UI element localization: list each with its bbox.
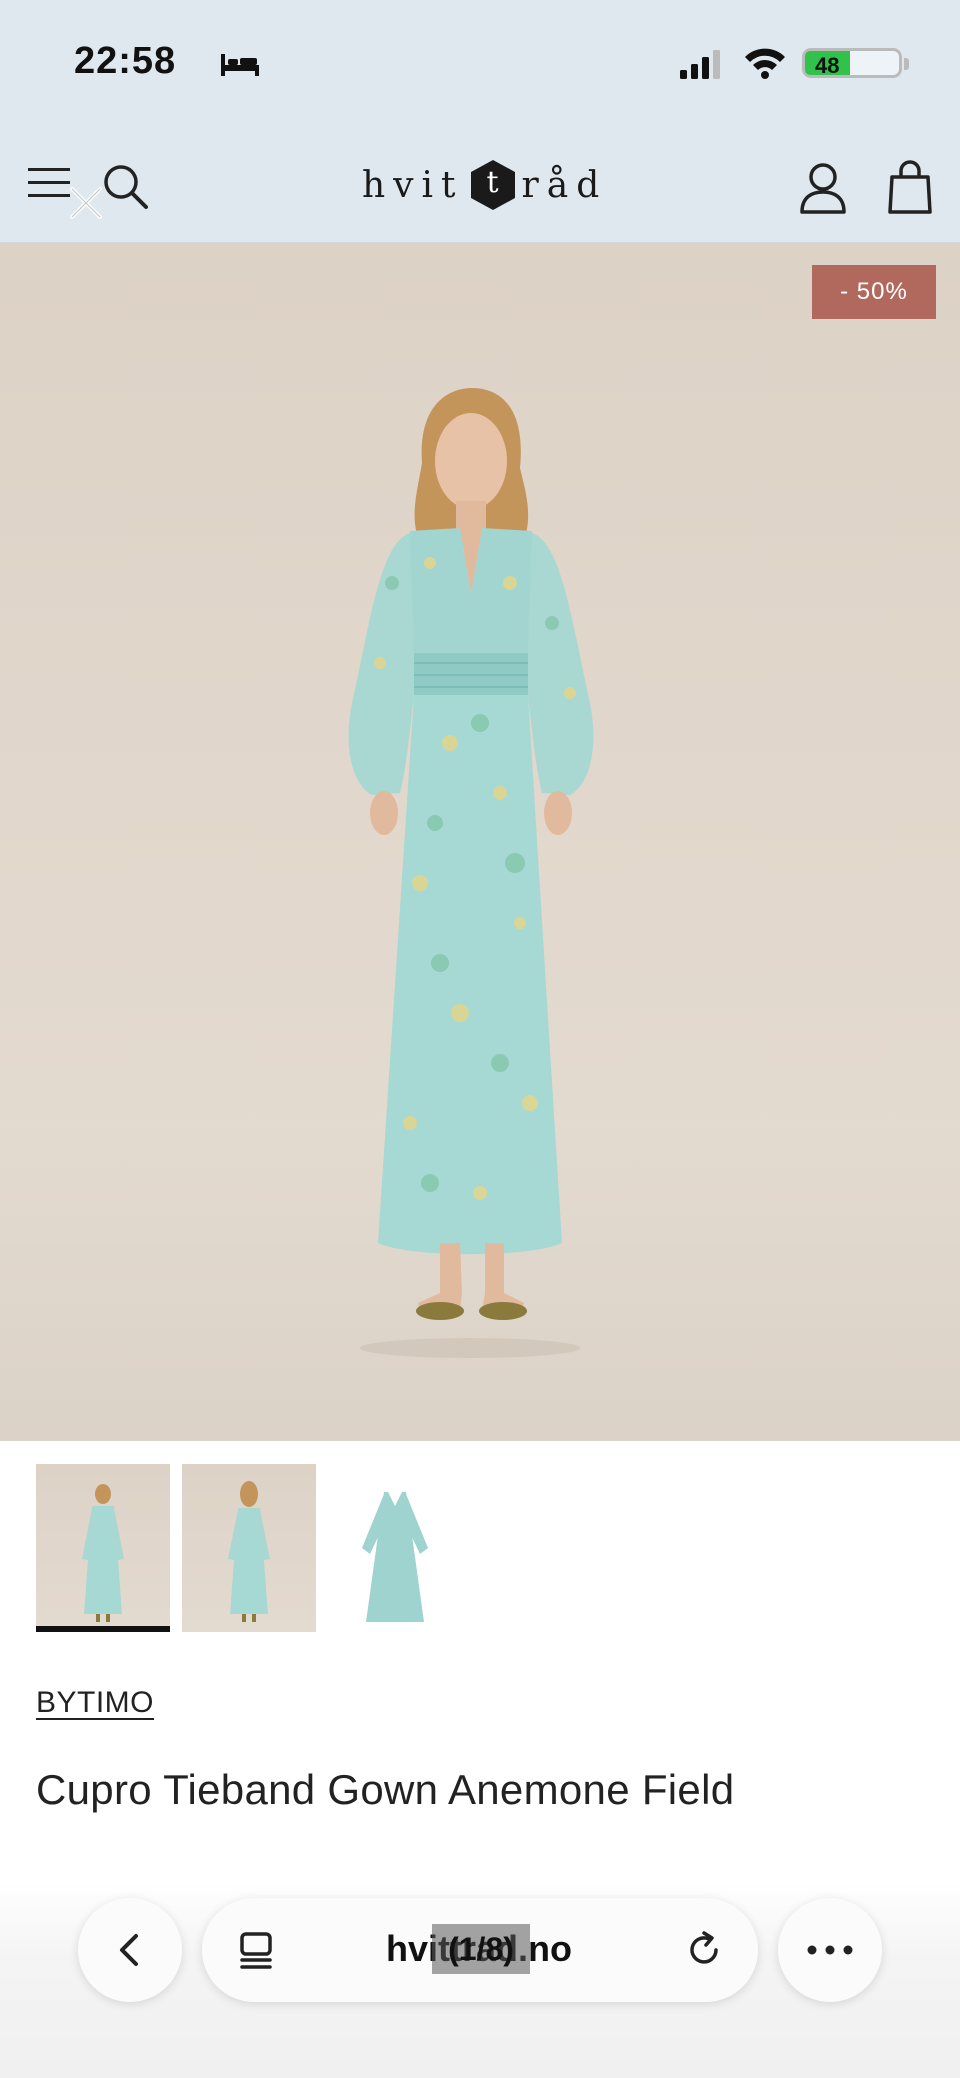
- status-time: 22:58: [74, 40, 177, 82]
- browser-more-button[interactable]: [778, 1898, 882, 2002]
- back-icon: [120, 1934, 138, 1966]
- logo-text-left: hvit: [362, 164, 464, 206]
- reload-icon[interactable]: [684, 1930, 724, 1970]
- discount-badge: - 50%: [812, 265, 936, 319]
- tabs-icon[interactable]: [236, 1930, 276, 1970]
- browser-back-button[interactable]: [78, 1898, 182, 2002]
- search-icon[interactable]: [100, 161, 150, 211]
- thumbnail-front-view[interactable]: [36, 1464, 170, 1632]
- battery-indicator: 48: [802, 44, 910, 80]
- address-bar[interactable]: hvittrad.no (1/8): [202, 1898, 758, 2002]
- model-in-dress: [348, 388, 594, 1358]
- battery-body: 48: [802, 48, 902, 78]
- product-image-main[interactable]: - 50%: [0, 243, 960, 1441]
- more-icon: [807, 1945, 853, 1955]
- status-bar: 22:58 48: [0, 0, 960, 125]
- battery-level: 48: [815, 53, 840, 78]
- product-title: Cupro Tieband Gown Anemone Field: [36, 1766, 735, 1813]
- logo-text-right: råd: [521, 164, 608, 206]
- cellular-signal-icon: [680, 50, 720, 79]
- site-logo[interactable]: hvit t råd: [362, 155, 607, 215]
- site-header: hvit t råd: [0, 125, 960, 243]
- logo-hexagon: t: [470, 159, 516, 211]
- sleep-focus-icon: [221, 54, 259, 76]
- thumbnail-strip: [36, 1464, 462, 1632]
- cart-icon[interactable]: [886, 159, 934, 215]
- logo-text-center: t: [486, 165, 499, 200]
- thumbnail-back-view[interactable]: [182, 1464, 316, 1632]
- image-counter-overlay: (1/8): [432, 1924, 530, 1974]
- wifi-icon: [745, 48, 785, 79]
- thumbnail-flat-lay[interactable]: [328, 1464, 462, 1632]
- brand-link[interactable]: BYTIMO: [36, 1686, 154, 1720]
- account-icon[interactable]: [798, 161, 848, 215]
- battery-cap: [904, 58, 909, 70]
